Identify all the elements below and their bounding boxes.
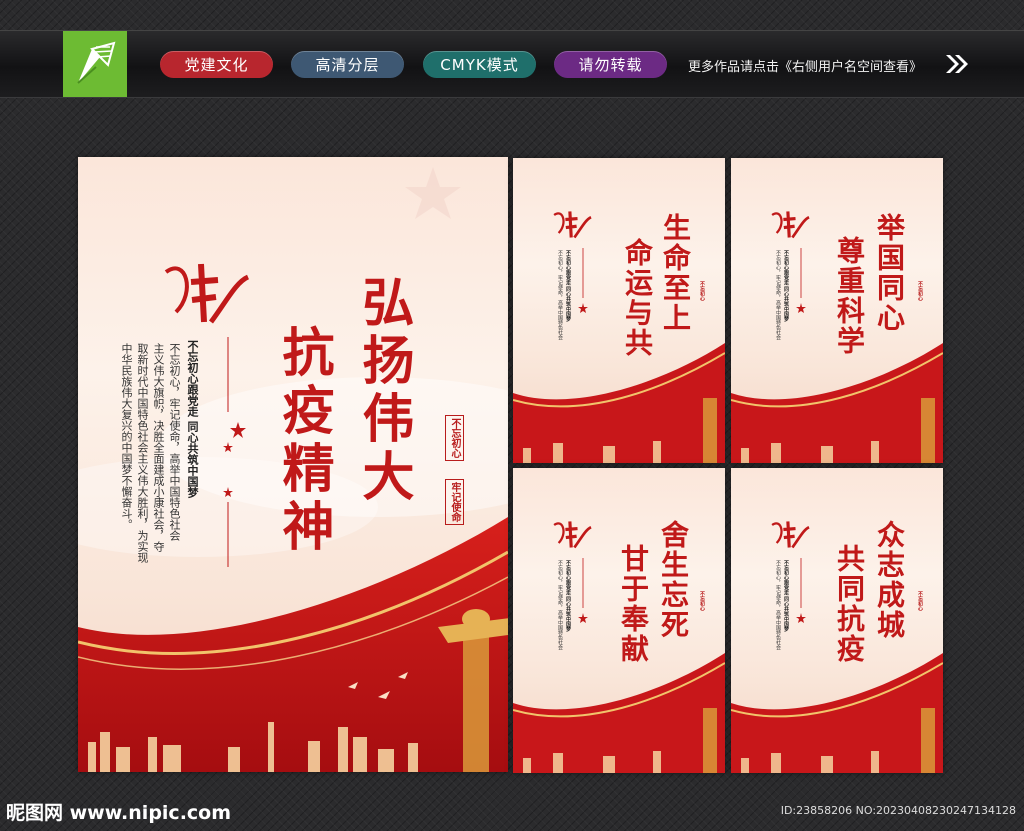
small-seal: 不忘初心 (917, 281, 923, 301)
small-poster-1: 生命至上 命运与共 不忘初心跟党走 同心共筑中国梦 不忘初心，牢记使命，高举中国… (513, 158, 725, 463)
small-body: 不忘初心，牢记使命，高举中国特色社会 (557, 250, 563, 340)
small-body: 不忘初心，牢记使命，高举中国特色社会 (775, 250, 781, 340)
double-arrow-icon[interactable] (944, 53, 970, 79)
main-title-col2: 抗疫精神 (273, 325, 334, 557)
china-dream-calligraphy-logo (765, 206, 813, 246)
tag-no-repost[interactable]: 请勿转载 (554, 51, 667, 78)
pen-logo-icon (63, 31, 127, 97)
china-dream-calligraphy-logo (547, 516, 595, 556)
more-works-link[interactable]: 更多作品请点击《右侧用户名空间查看》 (688, 56, 922, 75)
tag-party-culture[interactable]: 党建文化 (160, 51, 273, 78)
small-seal: 不忘初心 (699, 281, 705, 301)
small-headline: 不忘初心跟党走 同心共筑中国梦 (565, 560, 571, 632)
small-title-col1: 生命至上 (659, 213, 692, 333)
small-title-col1: 舍生忘死 (657, 520, 690, 640)
image-id-text: ID:23858206 NO:20230408230247134128 (780, 804, 1016, 817)
small-headline: 不忘初心跟党走 同心共筑中国梦 (783, 560, 789, 632)
small-seal: 不忘初心 (699, 591, 705, 611)
small-title-col2: 命运与共 (621, 238, 654, 358)
watermark-site: 昵图网 www.nipic.com (6, 802, 232, 824)
small-title-col2: 尊重科学 (833, 236, 866, 356)
small-poster-3: 舍生忘死 甘于奉献 不忘初心跟党走 同心共筑中国梦 不忘初心，牢记使命，高举中国… (513, 468, 725, 773)
main-headline: 不忘初心跟党走 同心共筑中国梦 (186, 340, 199, 498)
small-title-col2: 共同抗疫 (833, 544, 866, 664)
small-title-col1: 举国同心 (873, 213, 906, 333)
seal-remember-aspiration: 不忘初心 (445, 415, 464, 461)
main-body-col2: 主义伟大旗帜，决胜全面建成小康社会，夺 (152, 343, 165, 552)
small-poster-4: 众志成城 共同抗疫 不忘初心跟党走 同心共筑中国梦 不忘初心，牢记使命，高举中国… (731, 468, 943, 773)
china-dream-calligraphy-logo (765, 516, 813, 556)
small-seal: 不忘初心 (917, 591, 923, 611)
main-title-col1: 弘扬伟大 (353, 275, 414, 507)
main-poster: 弘扬伟大 抗疫精神 不忘初心跟党走 同心共筑中国梦 不忘初心，牢记使命，高举中国… (78, 157, 508, 772)
seal-keep-mission: 牢记使命 (445, 479, 464, 525)
china-dream-calligraphy-logo (547, 206, 595, 246)
tag-hd-layers[interactable]: 高清分层 (291, 51, 404, 78)
small-title-col1: 众志成城 (873, 520, 906, 640)
small-body: 不忘初心，牢记使命，高举中国特色社会 (557, 560, 563, 650)
top-banner: 党建文化 高清分层 CMYK模式 请勿转载 更多作品请点击《右侧用户名空间查看》 (0, 30, 1024, 98)
small-body: 不忘初心，牢记使命，高举中国特色社会 (775, 560, 781, 650)
main-body-col3: 取新时代中国特色社会主义伟大胜利，为实现 (136, 343, 149, 563)
main-body-col4: 中华民族伟大复兴的中国梦不懈奋斗。 (120, 343, 133, 530)
small-headline: 不忘初心跟党走 同心共筑中国梦 (565, 250, 571, 322)
china-dream-calligraphy-logo (156, 252, 251, 336)
small-headline: 不忘初心跟党走 同心共筑中国梦 (783, 250, 789, 322)
tag-cmyk-mode[interactable]: CMYK模式 (423, 51, 536, 78)
small-title-col2: 甘于奉献 (617, 544, 650, 664)
main-body-col1: 不忘初心，牢记使命，高举中国特色社会 (168, 343, 181, 541)
small-poster-2: 举国同心 尊重科学 不忘初心跟党走 同心共筑中国梦 不忘初心，牢记使命，高举中国… (731, 158, 943, 463)
